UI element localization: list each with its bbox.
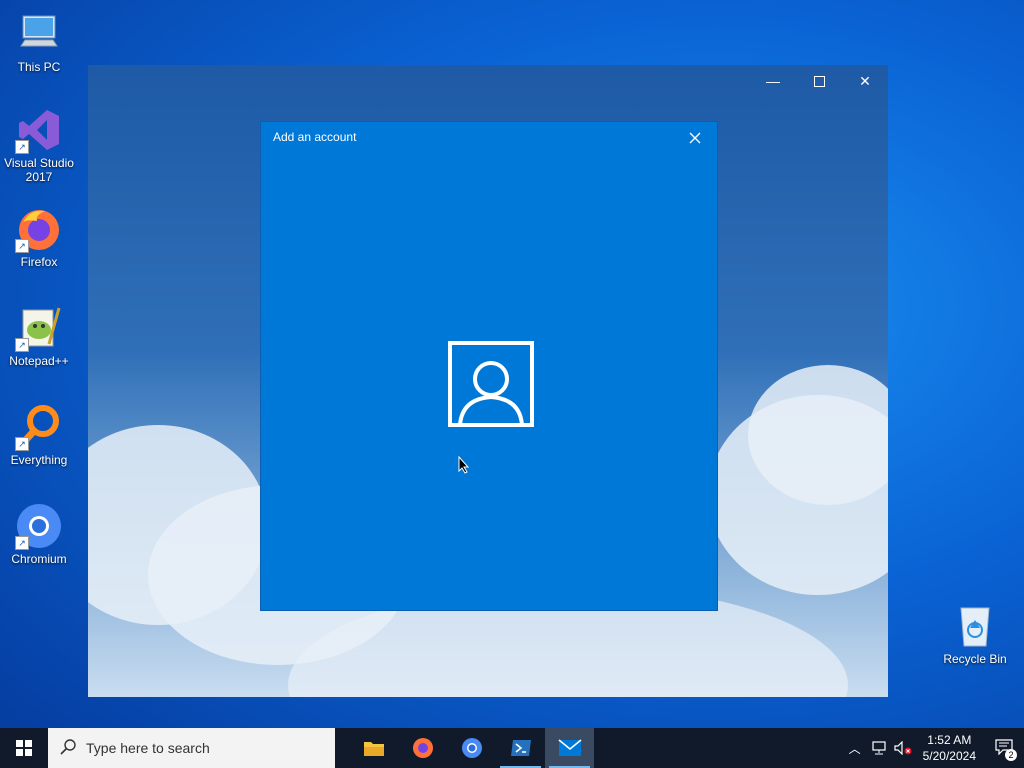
mail-icon: [557, 739, 582, 756]
computer-icon: [15, 10, 63, 58]
magnifier-icon: ↗: [15, 403, 63, 451]
search-icon: [60, 738, 76, 758]
powershell-icon: [510, 740, 531, 756]
desktop-icon-notepadpp[interactable]: ↗ Notepad++: [1, 304, 77, 368]
volume-tray-button[interactable]: [891, 741, 915, 755]
recycle-bin-icon: [951, 602, 999, 650]
desktop-icon-label: Chromium: [11, 552, 67, 566]
taskbar-search-box[interactable]: Type here to search: [48, 728, 335, 768]
volume-muted-icon: [894, 741, 912, 755]
desktop-icon-label: Recycle Bin: [943, 652, 1007, 666]
network-icon: [872, 741, 886, 755]
dialog-close-button[interactable]: [685, 128, 705, 148]
close-icon: ✕: [859, 72, 871, 89]
desktop-icon-visual-studio[interactable]: ↗ Visual Studio 2017: [1, 106, 77, 184]
desktop-icon-this-pc[interactable]: This PC: [1, 10, 77, 74]
shortcut-arrow-icon: ↗: [15, 239, 29, 253]
desktop-icon-label: Visual Studio 2017: [4, 156, 74, 184]
maximize-button[interactable]: [796, 65, 842, 97]
taskbar-mail[interactable]: [545, 728, 594, 768]
clock-time: 1:52 AM: [927, 733, 972, 747]
clock[interactable]: 1:52 AM 5/20/2024: [923, 732, 976, 764]
firefox-icon: ↗: [15, 205, 63, 253]
maximize-icon: [813, 75, 825, 87]
desktop-icon-chromium[interactable]: ↗ Chromium: [1, 502, 77, 566]
desktop-icon-label: Notepad++: [9, 354, 69, 368]
chromium-icon: [461, 738, 482, 758]
window-controls: — ✕: [750, 65, 888, 97]
taskbar: Type here to search ︿ 1:52 AM 5/20/2024 …: [0, 728, 1024, 768]
user-account-icon: [448, 341, 534, 427]
show-hidden-icons-button[interactable]: ︿: [843, 740, 867, 757]
folder-icon: [363, 742, 384, 756]
desktop-icon-recycle-bin[interactable]: Recycle Bin: [937, 602, 1013, 666]
taskbar-chromium[interactable]: [447, 728, 496, 768]
desktop-icon-firefox[interactable]: ↗ Firefox: [1, 205, 77, 269]
taskbar-powershell[interactable]: [496, 728, 545, 768]
minimize-button[interactable]: —: [750, 65, 796, 97]
close-icon: [689, 132, 701, 144]
shortcut-arrow-icon: ↗: [15, 536, 29, 550]
chromium-icon: ↗: [15, 502, 63, 550]
clock-date: 5/20/2024: [922, 749, 976, 763]
taskbar-file-explorer[interactable]: [349, 728, 398, 768]
firefox-icon: [412, 738, 433, 758]
start-button[interactable]: [0, 728, 48, 768]
desktop-icon-label: This PC: [17, 60, 61, 74]
visual-studio-icon: ↗: [15, 106, 63, 154]
search-placeholder: Type here to search: [86, 740, 210, 756]
close-window-button[interactable]: ✕: [842, 65, 888, 97]
action-center-button[interactable]: 2: [984, 738, 1024, 761]
minimize-icon: —: [766, 73, 780, 89]
network-tray-button[interactable]: [867, 741, 891, 755]
system-tray: ︿ 1:52 AM 5/20/2024 2: [843, 728, 1024, 768]
windows-logo-icon: [16, 740, 32, 756]
mouse-cursor-icon: [458, 455, 470, 479]
taskbar-firefox[interactable]: [398, 728, 447, 768]
notepadpp-icon: ↗: [15, 304, 63, 352]
shortcut-arrow-icon: ↗: [15, 338, 29, 352]
shortcut-arrow-icon: ↗: [15, 437, 29, 451]
dialog-title: Add an account: [273, 130, 357, 144]
shortcut-arrow-icon: ↗: [15, 140, 29, 154]
notification-count-badge: 2: [1005, 748, 1017, 761]
desktop-icon-everything[interactable]: ↗ Everything: [1, 403, 77, 467]
desktop-icon-label: Everything: [10, 453, 68, 467]
desktop-icon-label: Firefox: [20, 255, 58, 269]
add-account-dialog: Add an account: [260, 121, 718, 611]
notification-icon: 2: [995, 738, 1017, 761]
chevron-up-icon: ︿: [848, 741, 861, 756]
